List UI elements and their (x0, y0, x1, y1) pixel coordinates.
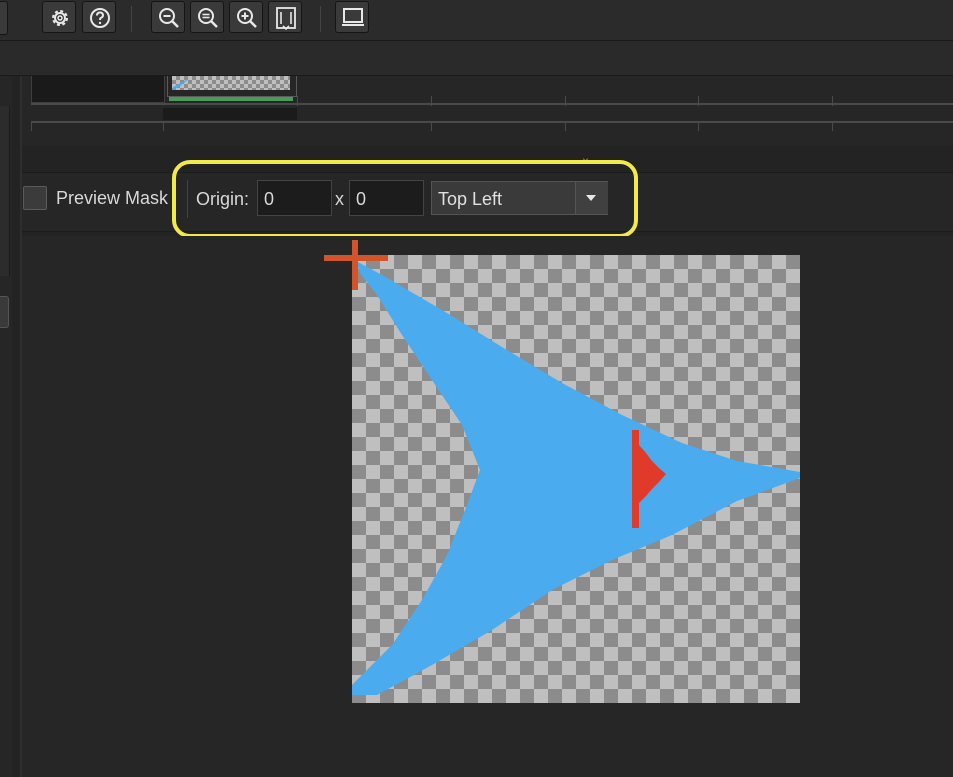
timeline-tick (31, 121, 32, 131)
toolbar-edge-button[interactable] (0, 1, 8, 35)
timeline-tick (832, 96, 833, 106)
help-button[interactable] (82, 1, 116, 33)
zoom-in-button[interactable] (229, 1, 263, 33)
zoom-fit-icon (276, 7, 296, 30)
preview-mask-label[interactable]: Preview Mask (56, 188, 168, 209)
timeline-tick (565, 121, 566, 131)
secondary-bar (0, 41, 953, 76)
toolbar-separator (320, 6, 321, 32)
zoom-reset-icon (198, 8, 218, 28)
timeline-tick (698, 96, 699, 106)
timeline-tick (163, 121, 164, 131)
help-icon (90, 8, 110, 28)
origin-crosshair-icon[interactable] (324, 240, 388, 290)
frame-thumbnail[interactable] (167, 76, 297, 97)
timeline-tick (832, 121, 833, 131)
frame-thumbnail-image (172, 76, 290, 90)
marker-bar (632, 430, 639, 528)
arrow-shape (352, 261, 800, 695)
sprite-image (352, 261, 800, 695)
frame-slot[interactable] (31, 76, 165, 103)
zoom-out-button[interactable] (151, 1, 185, 33)
highlight-annotation (172, 160, 638, 238)
monitor-icon (342, 8, 364, 26)
zoom-in-icon (237, 8, 257, 28)
zoom-reset-button[interactable] (190, 1, 224, 33)
left-panel-section (0, 106, 10, 276)
preview-mask-checkbox[interactable] (23, 186, 47, 210)
sprite-canvas[interactable] (352, 255, 800, 703)
gear-icon (52, 10, 68, 26)
timeline-tick (565, 96, 566, 106)
settings-button[interactable] (42, 1, 76, 33)
display-button[interactable] (335, 1, 369, 33)
timeline-tick (431, 121, 432, 131)
timeline-track (31, 103, 953, 105)
left-panel-tab[interactable] (0, 296, 9, 328)
toolbar-separator (131, 6, 132, 32)
timeline-tick (297, 96, 298, 106)
timeline-tick (431, 96, 432, 106)
zoom-out-icon (159, 8, 179, 28)
main-toolbar (0, 0, 953, 41)
timeline-current-frame[interactable] (163, 108, 297, 120)
zoom-fit-button[interactable] (268, 1, 302, 33)
timeline-tick (698, 121, 699, 131)
frame-selected-indicator (169, 97, 293, 101)
timeline-ruler (31, 121, 953, 123)
